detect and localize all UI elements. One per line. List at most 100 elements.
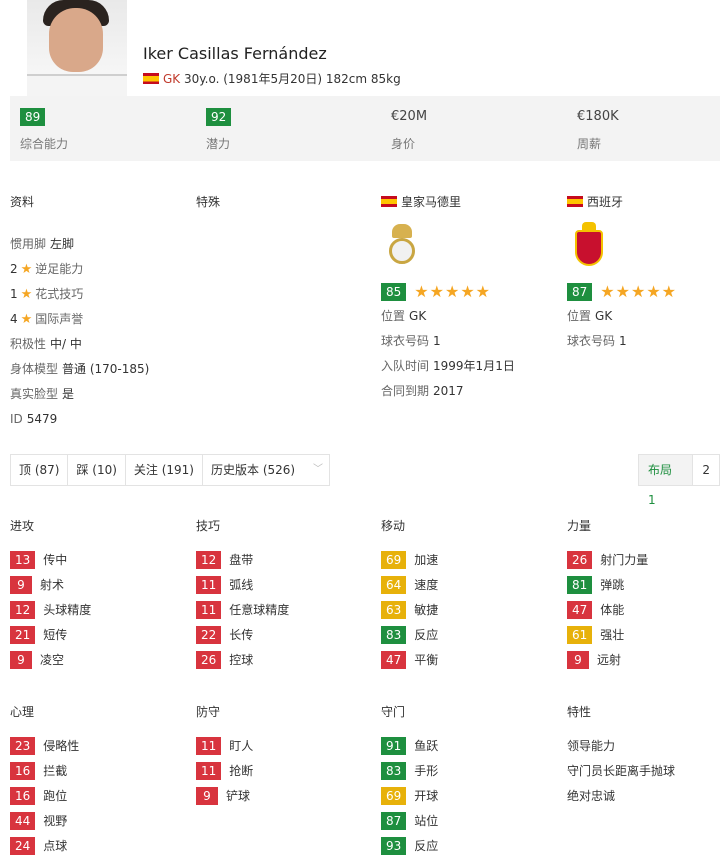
attribute-row: 11 弧线 (196, 576, 366, 601)
power-title: 力量 (567, 519, 592, 533)
star-icon: ★ (20, 262, 33, 277)
player-position: GK (163, 72, 181, 86)
player-photo (27, 0, 127, 96)
attribute-value: 11 (196, 601, 222, 619)
attribute-name: 铲球 (226, 789, 251, 803)
attribute-row: 61 强壮 (567, 626, 720, 651)
real-madrid-crest-icon[interactable] (381, 222, 423, 268)
nation-jersey: 球衣号码 1 (567, 334, 627, 348)
layout-1-button[interactable]: 布局 1 (638, 454, 694, 507)
attribute-value: 12 (10, 601, 36, 619)
attribute-row: 64 速度 (381, 576, 551, 601)
attribute-name: 弹跳 (600, 578, 625, 592)
attribute-value: 11 (196, 737, 222, 755)
star-icon: ★ (20, 312, 33, 327)
nation-name[interactable]: 西班牙 (567, 193, 717, 210)
player-details: 30y.o. (1981年5月20日) 182cm 85kg (184, 72, 401, 86)
defending-attributes: 防守 11 盯人 11 抢断 9 铲球 (196, 703, 366, 812)
attribute-value: 93 (381, 837, 407, 855)
attribute-name: 加速 (414, 553, 439, 567)
attribute-row: 9 铲球 (196, 787, 366, 812)
attribute-name: 点球 (43, 839, 68, 853)
profile-section: 资料 惯用脚 左脚 2 ★ 逆足能力 1 ★ 花式技巧 4 ★ 国际声誉 积极性 中/ 中 身体… (10, 193, 185, 432)
attribute-name: 凌空 (40, 653, 65, 667)
attribute-value: 9 (10, 576, 32, 594)
weekly-wage: €180K 周薪 (577, 109, 619, 151)
mentality-attributes: 心理 23 侵略性 16 拦截 16 跑位 44 视野 24 点球 (10, 703, 180, 861)
attribute-row: 12 盘带 (196, 551, 366, 576)
attribute-name: 敏捷 (414, 603, 439, 617)
upvote-button[interactable]: 顶 (87) (11, 455, 69, 485)
follow-button[interactable]: 关注 (191) (126, 455, 203, 485)
attribute-row: 87 站位 (381, 812, 551, 837)
reputation: 4 ★ 国际声誉 (10, 312, 84, 327)
player-header: Iker Casillas Fernández GK 30y.o. (1981年… (0, 0, 720, 96)
attribute-value: 11 (196, 762, 222, 780)
attribute-name: 射门力量 (600, 553, 649, 567)
attribute-row: 9 凌空 (10, 651, 180, 676)
club-name[interactable]: 皇家马德里 (381, 193, 561, 210)
attribute-name: 传中 (43, 553, 68, 567)
attribute-name: 远射 (597, 653, 622, 667)
attribute-row: 12 头球精度 (10, 601, 180, 626)
history-version-select[interactable]: 历史版本 (526) ﹀ (203, 455, 329, 485)
attack-title: 进攻 (10, 519, 35, 533)
attribute-row: 9 远射 (567, 651, 720, 676)
trait-item: 领导能力 (567, 739, 616, 753)
attribute-value: 47 (381, 651, 407, 669)
attribute-row: 91 鱼跃 (381, 737, 551, 762)
attribute-name: 射术 (40, 578, 65, 592)
potential-rating: 92 潜力 (206, 108, 232, 151)
attribute-value: 64 (381, 576, 407, 594)
action-toolbar: 顶 (87) 踩 (10) 关注 (191) 历史版本 (526) ﹀ (10, 454, 330, 486)
specialties-title: 特殊 (196, 195, 221, 209)
attribute-name: 手形 (414, 764, 439, 778)
attribute-value: 21 (10, 626, 36, 644)
attribute-value: 13 (10, 551, 36, 569)
movement-attributes: 移动 69 加速 64 速度 63 敏捷 83 反应 47 平衡 (381, 517, 551, 676)
attribute-row: 11 抢断 (196, 762, 366, 787)
attribute-name: 拦截 (43, 764, 68, 778)
attribute-row: 11 任意球精度 (196, 601, 366, 626)
summary-bar: 89 综合能力 92 潜力 €20M 身价 €180K 周薪 (10, 96, 720, 161)
five-stars-icon: ★★★★★ (600, 282, 677, 301)
defending-title: 防守 (196, 705, 221, 719)
club-contract: 合同到期 2017 (381, 384, 464, 398)
layout-switch: 布局 1 2 (638, 454, 720, 507)
player-info: GK 30y.o. (1981年5月20日) 182cm 85kg (143, 70, 401, 87)
attribute-name: 短传 (43, 628, 68, 642)
movement-title: 移动 (381, 519, 406, 533)
attribute-row: 13 传中 (10, 551, 180, 576)
player-id: ID 5479 (10, 412, 58, 426)
attribute-value: 26 (567, 551, 593, 569)
attribute-value: 23 (10, 737, 36, 755)
attribute-name: 视野 (43, 814, 68, 828)
spain-crest-icon[interactable] (567, 222, 609, 268)
attribute-value: 9 (196, 787, 218, 805)
nation-section: 西班牙 87 ★★★★★ 位置 GK 球衣号码 1 (567, 193, 717, 354)
attribute-name: 体能 (600, 603, 625, 617)
attribute-name: 弧线 (229, 578, 254, 592)
club-rating: 85 ★★★★★ (381, 282, 561, 302)
attribute-name: 控球 (229, 653, 254, 667)
attribute-row: 23 侵略性 (10, 737, 180, 762)
attribute-row: 26 射门力量 (567, 551, 720, 576)
player-name: Iker Casillas Fernández (143, 44, 327, 63)
trait-item: 绝对忠诚 (567, 789, 616, 803)
goalkeeping-title: 守门 (381, 705, 406, 719)
trait-item: 守门员长距离手抛球 (567, 764, 676, 778)
attribute-row: 69 加速 (381, 551, 551, 576)
attack-attributes: 进攻 13 传中 9 射术 12 头球精度 21 短传 9 凌空 (10, 517, 180, 676)
downvote-button[interactable]: 踩 (10) (68, 455, 126, 485)
attribute-value: 11 (196, 576, 222, 594)
attribute-name: 侵略性 (43, 739, 80, 753)
attribute-name: 跑位 (43, 789, 68, 803)
attribute-row: 83 反应 (381, 626, 551, 651)
skill-moves: 1 ★ 花式技巧 (10, 287, 84, 302)
attribute-value: 87 (381, 812, 407, 830)
goalkeeping-attributes: 守门 91 鱼跃 83 手形 69 开球 87 站位 93 反应 (381, 703, 551, 861)
layout-2-button[interactable]: 2 (693, 454, 720, 486)
attribute-value: 81 (567, 576, 593, 594)
spain-flag-icon (381, 196, 397, 207)
mentality-title: 心理 (10, 705, 35, 719)
